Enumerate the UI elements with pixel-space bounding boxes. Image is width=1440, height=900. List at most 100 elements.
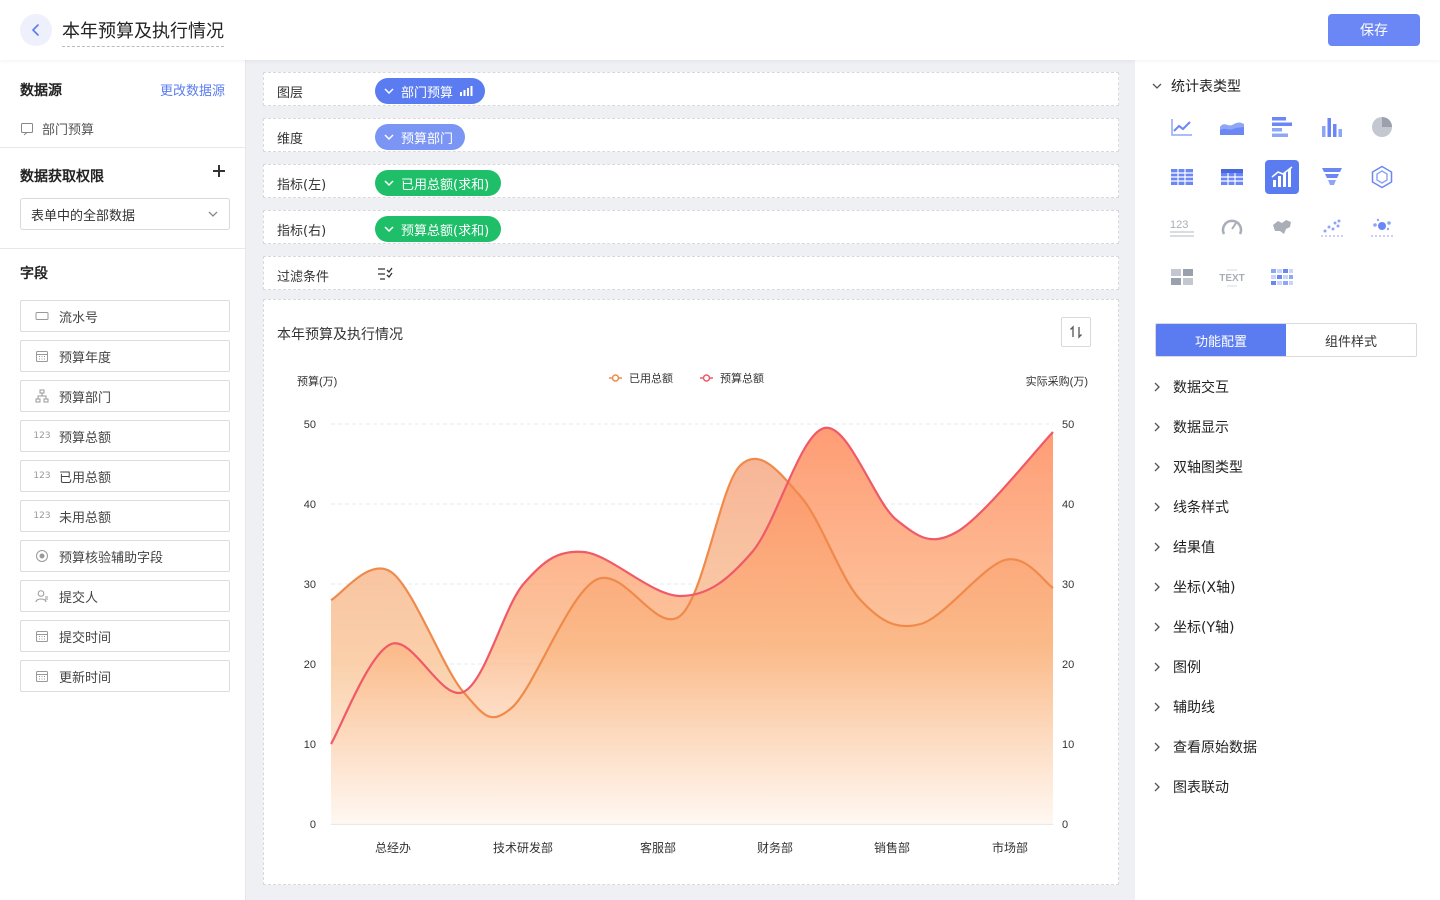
svg-text:123: 123 xyxy=(1170,219,1188,231)
back-button[interactable] xyxy=(20,14,52,46)
field-label: 预算总额 xyxy=(59,430,112,446)
chart-type-section-toggle[interactable]: 统计表类型 xyxy=(1151,76,1241,96)
metric-right-value: 预算总额(求和) xyxy=(401,223,490,239)
chart-type-gauge[interactable] xyxy=(1215,210,1249,244)
config-item-label: 坐标(X轴) xyxy=(1173,580,1236,596)
chevron-right-icon xyxy=(1154,782,1160,792)
chart-type-bubble[interactable] xyxy=(1365,210,1399,244)
y-right-tick-label: 20 xyxy=(1062,659,1074,671)
radar-chart-icon xyxy=(1371,165,1393,189)
metric-right-pill[interactable]: 预算总额(求和) xyxy=(375,216,502,242)
chart-type-pie[interactable] xyxy=(1365,110,1399,144)
field-item[interactable]: 更新时间 xyxy=(20,660,230,692)
legend-item[interactable]: 已用总额 xyxy=(609,371,673,385)
area-chart-icon xyxy=(1220,122,1244,135)
legend-item[interactable]: 预算总额 xyxy=(700,371,764,385)
dimension-pill[interactable]: 预算部门 xyxy=(375,124,466,150)
y-right-tick-label: 30 xyxy=(1062,579,1074,591)
pivot-table-icon xyxy=(1221,169,1243,185)
y-left-tick-label: 50 xyxy=(304,419,316,431)
dual-axis-chart: 0 0 10 10 20 20 30 30 40 40 50 50 总经办 技术研发部 客服部 财务部 销售部 市… xyxy=(297,371,1088,855)
filter-row: 过滤条件 xyxy=(263,256,1119,290)
field-item[interactable]: 提交人 xyxy=(20,580,230,612)
config-item[interactable]: 辅助线 xyxy=(1151,696,1421,718)
config-item[interactable]: 图表联动 xyxy=(1151,776,1421,798)
field-item[interactable]: 提交时间 xyxy=(20,620,230,652)
chart-type-radar[interactable] xyxy=(1365,160,1399,194)
x-tick-label: 技术研发部 xyxy=(493,840,553,855)
config-item-label: 数据显示 xyxy=(1173,420,1229,436)
number-icon: 123 xyxy=(33,471,51,481)
y-left-tick-label: 30 xyxy=(304,579,316,591)
tab-component-style[interactable]: 组件样式 xyxy=(1286,324,1416,356)
chart-type-map[interactable] xyxy=(1265,210,1299,244)
y-left-tick-label: 40 xyxy=(304,499,316,511)
number-icon: 123 xyxy=(33,511,51,521)
chevron-right-icon xyxy=(1154,662,1160,672)
chart-type-area[interactable] xyxy=(1215,110,1249,144)
y-left-tick-label: 10 xyxy=(304,739,316,751)
field-item[interactable]: 预算年度 xyxy=(20,340,230,372)
radio-icon xyxy=(35,549,49,563)
metric-left-row: 指标(左) 已用总额(求和) xyxy=(263,164,1119,198)
config-item[interactable]: 结果值 xyxy=(1151,536,1421,558)
config-item[interactable]: 线条样式 xyxy=(1151,496,1421,518)
chart-type-bar[interactable] xyxy=(1265,110,1299,144)
config-item[interactable]: 查看原始数据 xyxy=(1151,736,1421,758)
metric-right-label: 指标(右) xyxy=(277,224,327,239)
field-item[interactable]: 123 已用总额 xyxy=(20,460,230,492)
field-item[interactable]: 123 未用总额 xyxy=(20,500,230,532)
chart-type-column[interactable] xyxy=(1315,110,1349,144)
field-label: 预算年度 xyxy=(59,350,112,366)
chart-type-scatter[interactable] xyxy=(1315,210,1349,244)
chevron-right-icon xyxy=(1154,742,1160,752)
chart-type-pivot[interactable] xyxy=(1215,160,1249,194)
metric-left-pill[interactable]: 已用总额(求和) xyxy=(375,170,502,196)
calendar-icon xyxy=(35,629,49,643)
field-item[interactable]: 预算核验辅助字段 xyxy=(20,540,230,572)
datasource-name: 部门预算 xyxy=(42,123,95,138)
chart-type-line[interactable] xyxy=(1165,110,1199,144)
field-list: 流水号 预算年度 预算部门 123 预算总额 123 已用总额 123 未用总额… xyxy=(20,300,230,700)
config-item[interactable]: 图例 xyxy=(1151,656,1421,678)
config-item-label: 线条样式 xyxy=(1173,500,1229,516)
field-item[interactable]: 预算部门 xyxy=(20,380,230,412)
chart-type-funnel[interactable] xyxy=(1315,160,1349,194)
right-panel: 统计表类型 123 TEXT 功能配置 组件样式 数据交互数据显示双轴图类型线条… xyxy=(1135,60,1440,900)
save-button[interactable]: 保存 xyxy=(1328,14,1420,46)
config-item[interactable]: 数据交互 xyxy=(1151,376,1421,398)
chevron-down-icon xyxy=(384,88,394,95)
chevron-right-icon xyxy=(1154,702,1160,712)
chart-card: 本年预算及执行情况 0 0 10 10 20 20 30 30 40 40 50 50 总经办 技术研发部… xyxy=(263,299,1119,885)
layer-pill[interactable]: 部门预算 xyxy=(375,78,486,104)
field-item[interactable]: 123 预算总额 xyxy=(20,420,230,452)
config-item[interactable]: 坐标(Y轴) xyxy=(1151,616,1421,638)
chevron-right-icon xyxy=(1154,422,1160,432)
field-item[interactable]: 流水号 xyxy=(20,300,230,332)
change-datasource-link[interactable]: 更改数据源 xyxy=(160,80,225,99)
permission-select[interactable]: 表单中的全部数据 xyxy=(20,198,230,230)
bubble-chart-icon xyxy=(1371,218,1393,237)
x-tick-label: 财务部 xyxy=(757,840,793,855)
top-bar: 本年预算及执行情况 保存 xyxy=(0,0,1440,60)
chart-type-table[interactable] xyxy=(1165,160,1199,194)
chart-type-heatmap[interactable] xyxy=(1265,260,1299,294)
divider xyxy=(0,248,246,249)
chart-type-dual-axis[interactable] xyxy=(1265,160,1299,194)
chart-type-layout[interactable] xyxy=(1165,260,1199,294)
tab-function-config[interactable]: 功能配置 xyxy=(1156,324,1286,356)
datasource-item[interactable]: 部门预算 xyxy=(20,119,94,138)
field-label: 未用总额 xyxy=(59,510,112,526)
series-areas xyxy=(330,426,1054,824)
plus-icon[interactable] xyxy=(212,164,226,178)
chart-type-number[interactable]: 123 xyxy=(1165,210,1199,244)
config-item[interactable]: 数据显示 xyxy=(1151,416,1421,438)
config-item[interactable]: 坐标(X轴) xyxy=(1151,576,1421,598)
scatter-chart-icon xyxy=(1321,219,1343,237)
config-item[interactable]: 双轴图类型 xyxy=(1151,456,1421,478)
filter-list-icon[interactable] xyxy=(377,267,393,281)
chart-type-text[interactable]: TEXT xyxy=(1215,260,1249,294)
chart-type-grid: 123 TEXT xyxy=(1165,110,1415,294)
y-right-tick-label: 10 xyxy=(1062,739,1074,751)
page-title[interactable]: 本年预算及执行情况 xyxy=(62,17,224,47)
